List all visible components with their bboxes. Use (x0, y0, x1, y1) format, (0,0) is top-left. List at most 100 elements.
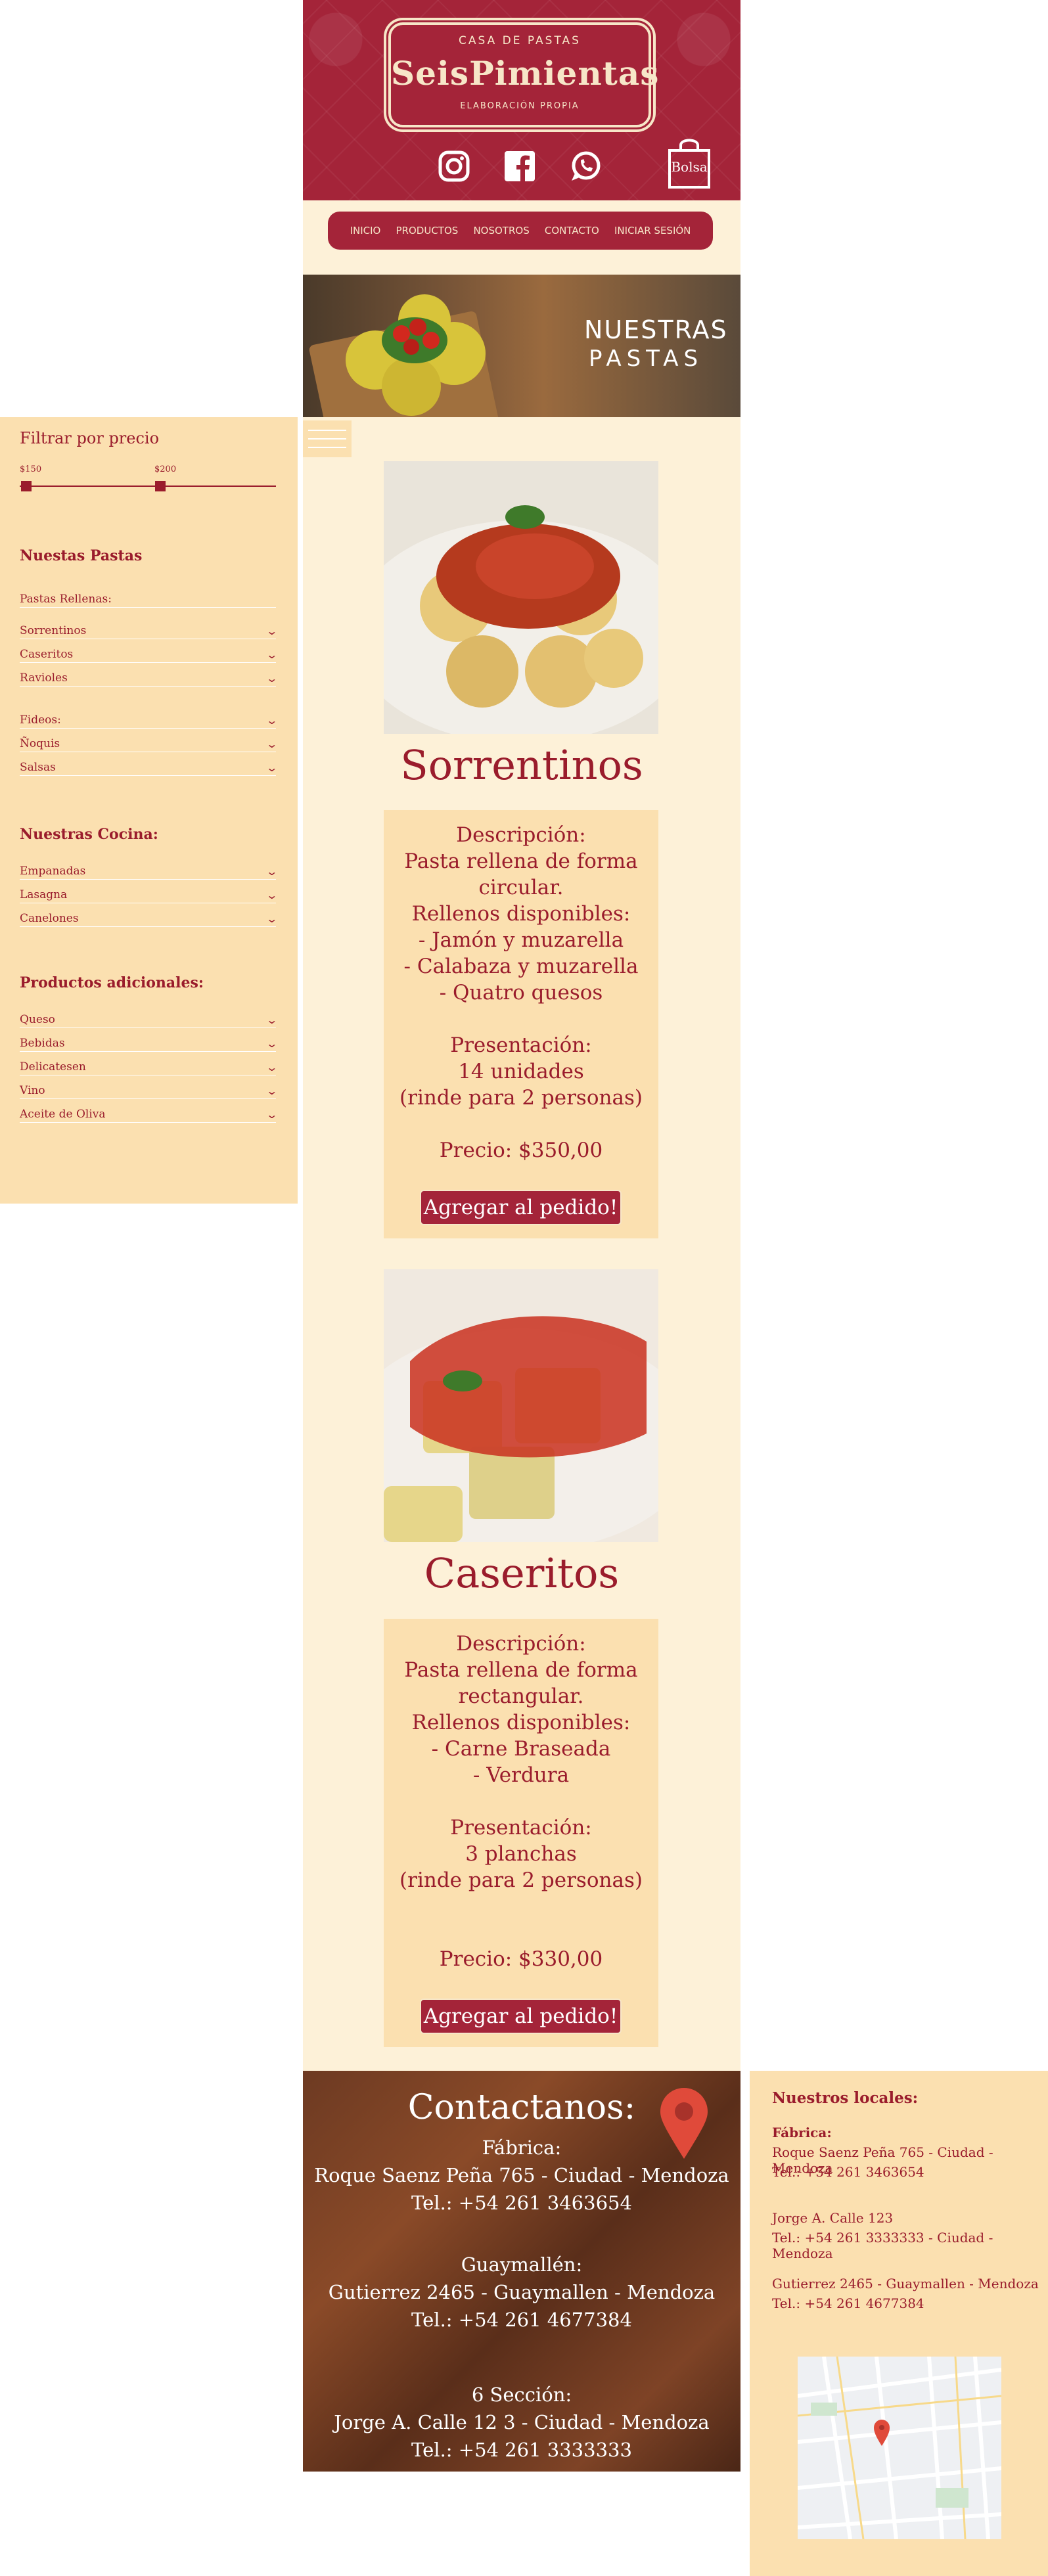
chevron-down-icon[interactable]: ⌄ (265, 714, 278, 727)
category-item-salsas[interactable]: Salsas ⌄ (20, 754, 278, 776)
description-text: Pasta rellena de forma (404, 1658, 638, 1682)
price-max-label: $200 (154, 464, 177, 474)
store-line: Gutierrez 2465 - Guaymallen - Mendoza (772, 2276, 1039, 2292)
category-label: Ñoquis (20, 737, 60, 750)
chevron-down-icon[interactable]: ⌄ (265, 648, 278, 661)
category-label: Sorrentinos (20, 624, 87, 637)
filter-sidebar: Filtrar por precio $150 $200 Nuestas Pas… (0, 417, 298, 1204)
section-pastas-title: Nuestas Pastas (20, 547, 143, 564)
section-adicionales-title: Productos adicionales: (20, 974, 204, 991)
category-label: Caseritos (20, 648, 74, 661)
product-card-sorrentinos: Descripción: Pasta rellena de forma circ… (384, 810, 658, 1238)
nav-iniciar-sesion[interactable]: Iniciar sesión (614, 225, 691, 237)
contact-line: 6 Sección: (471, 2384, 572, 2406)
presentation-label: Presentación: (450, 1033, 592, 1057)
whatsapp-icon[interactable] (569, 150, 602, 183)
chevron-down-icon[interactable]: ⌄ (265, 913, 278, 925)
site-header: CASA DE PASTAS SeisPimientas ELABORACIÓN… (303, 0, 740, 200)
price-min-label: $150 (20, 464, 42, 474)
add-to-order-button[interactable]: Agregar al pedido! (420, 1190, 622, 1225)
category-item-bebidas[interactable]: Bebidas ⌄ (20, 1029, 278, 1052)
store-line: Tel.: +54 261 4677384 (772, 2295, 924, 2311)
menu-toggle-icon[interactable] (303, 420, 352, 457)
category-label: Fideos: (20, 713, 61, 727)
category-item-delicatesen[interactable]: Delicatesen ⌄ (20, 1053, 278, 1075)
category-item-fideos[interactable]: Fideos: ⌄ (20, 706, 278, 729)
category-item-caseritos[interactable]: Caseritos ⌄ (20, 641, 278, 663)
description-text: circular. (478, 876, 564, 899)
contact-line: Roque Saenz Peña 765 - Ciudad - Mendoza (314, 2164, 729, 2186)
price-slider-min-handle[interactable] (21, 481, 32, 491)
category-item-ravioles[interactable]: Ravioles ⌄ (20, 664, 278, 687)
chevron-down-icon[interactable]: ⌄ (265, 672, 278, 685)
category-item-canelones[interactable]: Canelones ⌄ (20, 905, 278, 927)
chevron-down-icon[interactable]: ⌄ (265, 865, 278, 878)
category-label: Aceite de Oliva (20, 1108, 106, 1121)
filling-item: - Calabaza y muzarella (403, 955, 639, 978)
nav-productos[interactable]: Productos (396, 225, 459, 237)
price-slider-max-handle[interactable] (155, 481, 166, 491)
store-line: Fábrica: (772, 2125, 832, 2140)
category-item-aceite-de-oliva[interactable]: Aceite de Oliva ⌄ (20, 1100, 278, 1123)
category-label: Ravioles (20, 671, 68, 685)
product-title-caseritos: Caseritos (424, 1549, 620, 1597)
category-pastas-rellenas[interactable]: Pastas Rellenas: (20, 585, 276, 608)
category-label: Queso (20, 1013, 55, 1026)
filling-item: - Jamón y muzarella (418, 928, 624, 952)
chevron-down-icon[interactable]: ⌄ (265, 1108, 278, 1121)
category-item-lasagna[interactable]: Lasagna ⌄ (20, 881, 278, 903)
fillings-label: Rellenos disponibles: (411, 1711, 631, 1734)
category-label: Empanadas (20, 865, 86, 878)
stores-title: Nuestros locales: (772, 2089, 919, 2107)
logo-top-text: CASA DE PASTAS (459, 34, 581, 47)
category-item-vino[interactable]: Vino ⌄ (20, 1077, 278, 1099)
add-to-order-button[interactable]: Agregar al pedido! (420, 1999, 622, 2034)
facebook-icon[interactable] (503, 150, 536, 183)
category-label: Pastas Rellenas: (20, 593, 112, 606)
store-line: Tel.: +54 261 3333333 - Ciudad - Mendoza (772, 2230, 993, 2261)
chevron-down-icon[interactable]: ⌄ (265, 738, 278, 750)
chevron-down-icon[interactable]: ⌄ (265, 1085, 278, 1097)
presentation-text: (rinde para 2 personas) (399, 1086, 643, 1110)
chevron-down-icon[interactable]: ⌄ (265, 625, 278, 637)
contact-line: Tel.: +54 261 3463654 (411, 2192, 632, 2214)
category-label: Vino (20, 1084, 45, 1097)
category-label: Bebidas (20, 1037, 65, 1050)
chevron-down-icon[interactable]: ⌄ (265, 889, 278, 901)
category-label: Lasagna (20, 888, 68, 901)
contact-line: Fábrica: (482, 2136, 562, 2159)
chevron-down-icon[interactable]: ⌄ (265, 1014, 278, 1026)
contact-line: Tel.: +54 261 3333333 (411, 2439, 632, 2461)
category-label: Canelones (20, 912, 79, 925)
chevron-down-icon[interactable]: ⌄ (265, 761, 278, 774)
category-label: Delicatesen (20, 1060, 86, 1073)
store-line: Jorge A. Calle 123 (772, 2210, 894, 2226)
category-item-queso[interactable]: Queso ⌄ (20, 1006, 278, 1028)
filter-title: Filtrar por precio (20, 429, 160, 447)
banner-title-line2: PASTAS (589, 346, 704, 372)
contact-line: Gutierrez 2465 - Guaymallen - Mendoza (328, 2281, 716, 2303)
description-label: Descripción: (456, 823, 586, 847)
product-image-caseritos (384, 1269, 658, 1542)
instagram-icon[interactable] (438, 150, 470, 183)
store-map[interactable] (798, 2357, 1001, 2539)
chevron-down-icon[interactable]: ⌄ (265, 1061, 278, 1073)
nav-nosotros[interactable]: Nosotros (473, 225, 529, 237)
price-slider-track[interactable] (20, 486, 276, 487)
nav-contacto[interactable]: Contacto (545, 225, 599, 237)
product-card-caseritos: Descripción: Pasta rellena de forma rect… (384, 1619, 658, 2047)
main-nav: Inicio Productos Nosotros Contacto Inici… (328, 212, 713, 250)
section-cocina-title: Nuestras Cocina: (20, 826, 158, 843)
category-item-empanadas[interactable]: Empanadas ⌄ (20, 857, 278, 880)
banner-title-line1: NUESTRAS (584, 315, 728, 344)
category-item-noquis[interactable]: Ñoquis ⌄ (20, 730, 278, 752)
bag-label[interactable]: Bolsa (670, 159, 709, 175)
nav-inicio[interactable]: Inicio (350, 225, 381, 237)
contact-line: Tel.: +54 261 4677384 (411, 2309, 632, 2331)
logo[interactable]: CASA DE PASTAS SeisPimientas ELABORACIÓN… (386, 20, 658, 129)
store-line: Tel.: +54 261 3463654 (772, 2164, 924, 2180)
category-item-sorrentinos[interactable]: Sorrentinos ⌄ (20, 617, 278, 639)
description-label: Descripción: (456, 1632, 586, 1656)
chevron-down-icon[interactable]: ⌄ (265, 1037, 278, 1050)
presentation-text: 3 planchas (465, 1842, 577, 1866)
